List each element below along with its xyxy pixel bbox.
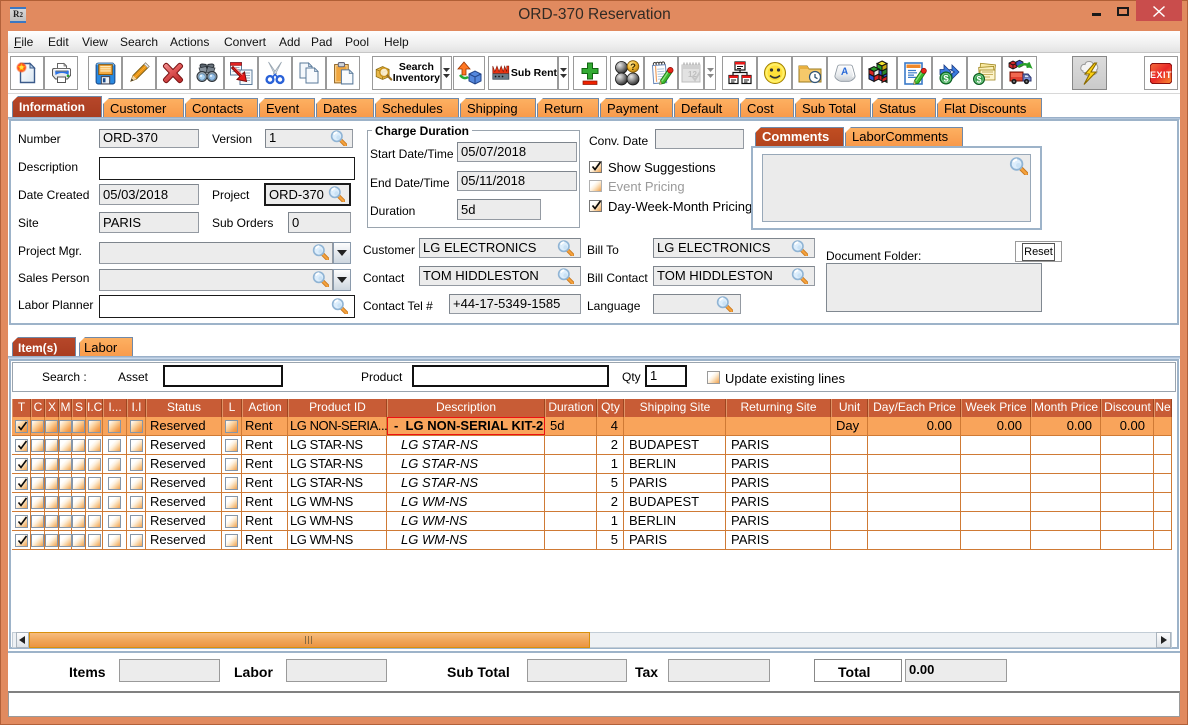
svg-text:A: A — [839, 66, 849, 78]
svg-text:$: $ — [943, 74, 949, 85]
svg-text:$: $ — [976, 74, 981, 84]
svg-text:EXIT: EXIT — [1150, 70, 1172, 80]
svg-text:?: ? — [630, 62, 636, 73]
